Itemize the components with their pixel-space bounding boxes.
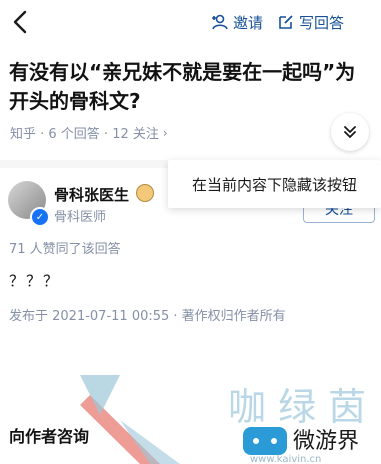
chevron-left-icon bbox=[13, 10, 27, 34]
verified-icon: ✓ bbox=[30, 207, 50, 227]
collapse-button[interactable] bbox=[331, 113, 369, 151]
question-title[interactable]: 有没有以“亲兄妹不就是要在一起吗”为开头的骨科文? bbox=[9, 58, 371, 116]
consult-author-label[interactable]: 向作者咨询 bbox=[9, 423, 89, 447]
back-button[interactable] bbox=[8, 8, 34, 36]
author-name[interactable]: 骨科张医生 bbox=[54, 184, 129, 205]
double-chevron-down-icon bbox=[344, 126, 356, 138]
watermark-url: www.kaivin.cn bbox=[250, 454, 321, 464]
watermark-cn: 咖 绿 茵 bbox=[228, 385, 366, 429]
author-title: 骨科医师 bbox=[54, 210, 107, 225]
write-answer-button[interactable]: 写回答 bbox=[277, 11, 344, 33]
agree-count: 71 人赞同了该回答 bbox=[9, 242, 121, 257]
hide-button-tooltip[interactable]: 在当前内容下隐藏该按钮 bbox=[168, 160, 381, 208]
post-meta: 发布于 2021-07-11 00:55 · 著作权归作者所有 bbox=[9, 309, 286, 324]
chevron-right-icon: › bbox=[162, 125, 168, 140]
watermark-logo: 咖 绿 茵 微游界 www.kaivin.cn bbox=[80, 375, 366, 464]
write-answer-label: 写回答 bbox=[299, 13, 345, 32]
edit-icon bbox=[279, 15, 293, 29]
watermark-brand: 微游界 bbox=[293, 429, 359, 454]
invite-button[interactable]: 邀请 bbox=[211, 11, 263, 33]
invite-label: 邀请 bbox=[233, 13, 264, 32]
badge-icon bbox=[136, 184, 154, 202]
question-meta-text: 知乎 · 6 个回答 · 12 关注 bbox=[10, 127, 159, 142]
question-meta[interactable]: 知乎 · 6 个回答 · 12 关注 › bbox=[10, 123, 168, 143]
answer-content: ？？？ bbox=[9, 272, 61, 290]
add-user-icon bbox=[212, 14, 228, 30]
